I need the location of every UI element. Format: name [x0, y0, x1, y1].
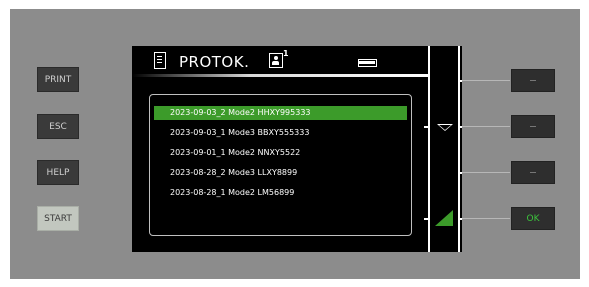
softkey-2-button[interactable]: [511, 115, 555, 138]
softkey-connector: [462, 172, 510, 173]
print-button[interactable]: PRINT: [37, 67, 79, 92]
esc-button[interactable]: ESC: [37, 114, 79, 139]
user-icon: [269, 53, 283, 68]
softkey-divider-right: [458, 46, 460, 252]
softkey-connector: [462, 126, 510, 127]
title-bar: PROTOK. 1: [132, 46, 428, 77]
title-underline: [132, 74, 428, 77]
start-button[interactable]: START: [37, 206, 79, 231]
display-screen: PROTOK. 1 2023-09-03_2 Mode2 HHXY995333 …: [132, 46, 462, 252]
softkey-tick: [424, 218, 428, 220]
softkey-1-button[interactable]: [511, 69, 555, 92]
battery-icon: [358, 59, 377, 67]
softkey-3-button[interactable]: [511, 161, 555, 184]
ok-button[interactable]: OK: [511, 207, 555, 230]
record-list: 2023-09-03_2 Mode2 HHXY995333 2023-09-03…: [149, 94, 412, 236]
softkey-connector: [462, 80, 510, 81]
softkey-tick: [424, 126, 428, 128]
down-arrow-icon[interactable]: [437, 124, 453, 131]
list-item[interactable]: 2023-08-28_1 Mode2 LM56899: [154, 186, 407, 200]
document-icon: [154, 52, 166, 69]
list-item[interactable]: 2023-08-28_2 Mode3 LLXY8899: [154, 166, 407, 180]
confirm-triangle-icon[interactable]: [435, 210, 453, 226]
list-item-selected[interactable]: 2023-09-03_2 Mode2 HHXY995333: [154, 106, 407, 120]
help-button[interactable]: HELP: [37, 160, 79, 185]
screen-title: PROTOK.: [179, 53, 250, 71]
softkey-divider-left: [428, 46, 430, 252]
user-number: 1: [283, 49, 289, 58]
softkey-connector: [462, 218, 510, 219]
list-item[interactable]: 2023-09-01_1 Mode2 NNXY5522: [154, 146, 407, 160]
list-item[interactable]: 2023-09-03_1 Mode3 BBXY555333: [154, 126, 407, 140]
